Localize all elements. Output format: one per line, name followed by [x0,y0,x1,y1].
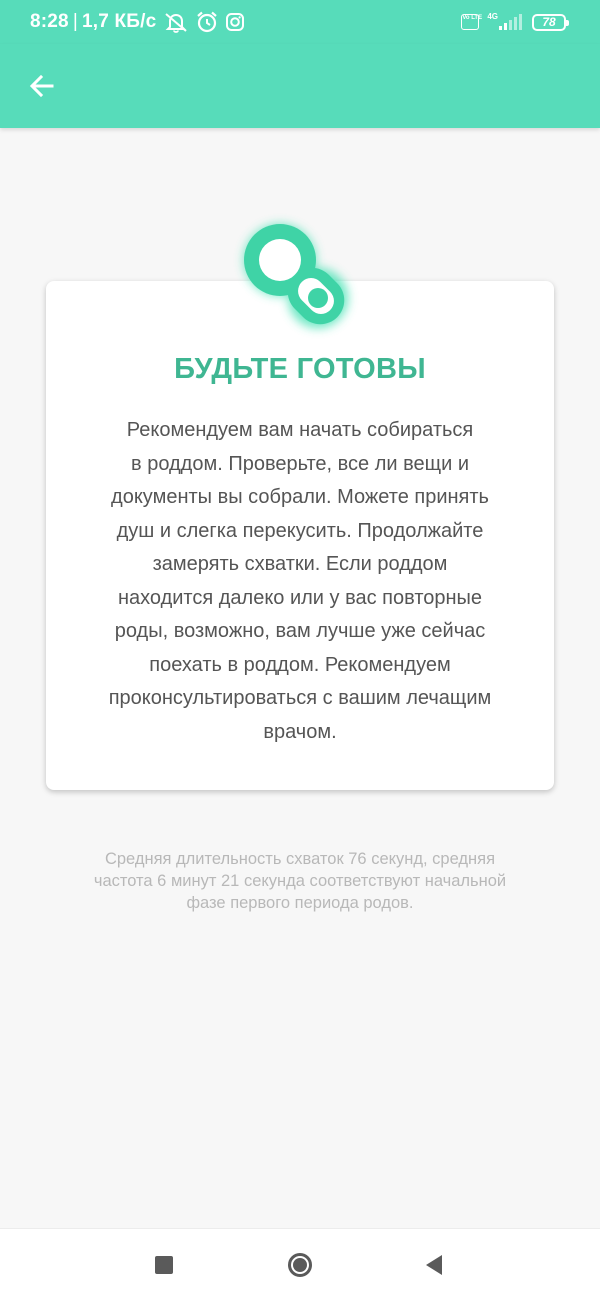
network-type: 4G [487,11,498,21]
app-bar [0,44,600,128]
volte-icon: Vo LTE [461,14,482,30]
pacifier-icon [228,208,372,352]
home-icon [288,1253,312,1277]
card-title: БУДЬТЕ ГОТОВЫ [174,353,426,385]
muted-notifications-icon [164,11,188,33]
system-nav-bar [0,1228,600,1299]
status-time: 8:28 [30,11,69,32]
signal-icon [499,14,524,30]
status-left: 8:28 | 1,7 КБ/с [30,0,245,44]
recent-apps-icon [155,1256,173,1274]
status-right: Vo LTE 4G 78 [461,0,569,44]
arrow-left-icon [29,74,54,98]
status-bar: 8:28 | 1,7 КБ/с Vo LTE 4G 78 [0,0,600,44]
recent-apps-button[interactable] [147,1248,181,1282]
contraction-stats-text: Средняя длительность схваток 76 секунд, … [93,850,507,912]
battery-icon: 78 [532,13,569,31]
status-separator: | [72,11,78,32]
card-body-text: Рекомендуем вам начать собираться в родд… [108,419,492,743]
home-button[interactable] [283,1248,317,1282]
system-back-button[interactable] [417,1248,451,1282]
instagram-icon [226,13,245,31]
back-button[interactable] [22,66,62,106]
alarm-icon [196,11,218,33]
back-triangle-icon [426,1255,442,1275]
status-network-speed: 1,7 КБ/с [81,11,157,32]
